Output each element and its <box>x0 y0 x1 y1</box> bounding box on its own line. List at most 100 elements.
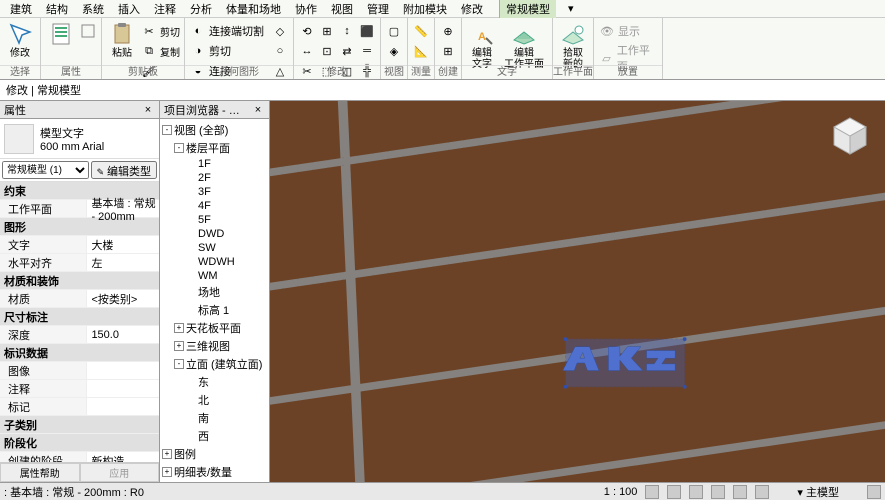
menu-item[interactable]: 附加模块 <box>397 0 453 19</box>
menu-item[interactable]: 建筑 <box>4 0 38 19</box>
tool-icon[interactable]: ▢ <box>385 22 403 40</box>
property-category[interactable]: 标识数据 <box>0 344 159 362</box>
tree-item[interactable]: 4F <box>160 199 269 213</box>
copy-icon[interactable]: ⧉ <box>140 42 158 60</box>
modify-tool-icon[interactable]: ⇄ <box>338 42 356 60</box>
tree-item[interactable]: +三维视图 <box>160 337 269 355</box>
tree-item[interactable]: 北 <box>160 391 269 409</box>
collapse-icon[interactable]: - <box>162 125 172 135</box>
menu-item[interactable]: 注释 <box>148 0 182 19</box>
tree-item[interactable]: SW <box>160 241 269 255</box>
modify-tool-icon[interactable]: ↔ <box>298 42 316 60</box>
3d-viewport[interactable] <box>270 101 885 482</box>
geom-tool-icon[interactable]: ○ <box>271 42 289 60</box>
tool-icon[interactable]: ⊞ <box>439 42 457 60</box>
expand-icon[interactable]: + <box>162 467 172 477</box>
property-category[interactable]: 尺寸标注 <box>0 308 159 326</box>
tree-item[interactable]: -楼层平面 <box>160 139 269 157</box>
property-value[interactable]: <按类别> <box>87 290 159 307</box>
property-row[interactable]: 材质<按类别> <box>0 290 159 308</box>
menu-item[interactable]: 插入 <box>112 0 146 19</box>
paste-button[interactable]: 粘贴 <box>106 20 138 61</box>
tool-icon[interactable]: ◈ <box>385 42 403 60</box>
close-icon[interactable]: × <box>141 103 155 117</box>
property-category[interactable]: 阶段化 <box>0 434 159 452</box>
property-value[interactable]: 150.0 <box>87 326 159 343</box>
tree-item[interactable]: -视图 (全部) <box>160 121 269 139</box>
detail-level-icon[interactable] <box>645 485 659 499</box>
menu-item[interactable]: 修改 <box>455 0 489 19</box>
tool-icon[interactable]: ⊕ <box>439 22 457 40</box>
property-value[interactable]: 左 <box>87 254 159 271</box>
properties-help-button[interactable]: 属性帮助 <box>0 463 80 482</box>
edit-type-button[interactable]: ✎ 编辑类型 <box>91 161 157 179</box>
tree-item[interactable]: 3F <box>160 185 269 199</box>
tree-item[interactable]: 南 <box>160 409 269 427</box>
property-row[interactable]: 图像 <box>0 362 159 380</box>
tree-item[interactable]: 标高 1 <box>160 301 269 319</box>
property-row[interactable]: 注释 <box>0 380 159 398</box>
close-icon[interactable]: × <box>251 103 265 117</box>
tree-item[interactable]: WM <box>160 269 269 283</box>
property-value[interactable]: 新构造 <box>87 452 159 462</box>
tool-icon[interactable]: 📐 <box>412 42 430 60</box>
hide-icon[interactable] <box>755 485 769 499</box>
crop-icon[interactable] <box>733 485 747 499</box>
instance-selector[interactable]: 常规模型 (1) <box>2 161 89 179</box>
tree-item[interactable]: 场地 <box>160 283 269 301</box>
apply-button[interactable]: 应用 <box>80 463 160 482</box>
property-value[interactable]: 基本墙 : 常规 - 200mm <box>87 200 159 217</box>
type-props-icon[interactable] <box>79 22 97 40</box>
property-row[interactable]: 文字大楼 <box>0 236 159 254</box>
expand-icon[interactable]: + <box>162 449 172 459</box>
property-category[interactable]: 子类别 <box>0 416 159 434</box>
expand-icon[interactable]: + <box>174 323 184 333</box>
property-value[interactable] <box>87 380 159 397</box>
modify-tool-icon[interactable]: ═ <box>358 42 376 60</box>
tree-item[interactable]: +图例 <box>160 445 269 463</box>
property-value[interactable] <box>87 398 159 415</box>
properties-button[interactable] <box>45 20 77 48</box>
modify-tool-icon[interactable]: ⟲ <box>298 22 316 40</box>
tree-item[interactable]: +天花板平面 <box>160 319 269 337</box>
property-category[interactable]: 材质和装饰 <box>0 272 159 290</box>
property-row[interactable]: 创建的阶段新构造 <box>0 452 159 462</box>
tree-item[interactable]: 1F <box>160 157 269 171</box>
menu-item[interactable]: 体量和场地 <box>220 0 287 19</box>
property-row[interactable]: 工作平面基本墙 : 常规 - 200mm <box>0 200 159 218</box>
geom-tool-icon[interactable]: ◇ <box>271 22 289 40</box>
expand-icon[interactable]: ▾ <box>562 0 580 17</box>
tree-item[interactable]: +明细表/数量 <box>160 463 269 481</box>
tree-item[interactable]: DWD <box>160 227 269 241</box>
contextual-tab[interactable]: 常规模型 <box>499 0 556 19</box>
property-value[interactable] <box>87 362 159 379</box>
cut-icon[interactable]: ✂ <box>140 22 158 40</box>
menu-item[interactable]: 结构 <box>40 0 74 19</box>
menu-item[interactable]: 分析 <box>184 0 218 19</box>
shadows-icon[interactable] <box>711 485 725 499</box>
modify-tool-icon[interactable]: ⊞ <box>318 22 336 40</box>
tree-item[interactable]: -立面 (建筑立面) <box>160 355 269 373</box>
tree-item[interactable]: 西 <box>160 427 269 445</box>
modify-button[interactable]: 修改 <box>4 20 36 61</box>
expand-icon[interactable]: + <box>174 341 184 351</box>
tree-item[interactable]: 东 <box>160 373 269 391</box>
modify-tool-icon[interactable]: ↕ <box>338 22 356 40</box>
tree-item[interactable]: 5F <box>160 213 269 227</box>
visual-style-icon[interactable] <box>667 485 681 499</box>
menu-item[interactable]: 协作 <box>289 0 323 19</box>
tree-item[interactable]: WDWH <box>160 255 269 269</box>
filter-icon[interactable] <box>867 485 881 499</box>
modify-tool-icon[interactable]: ⊡ <box>318 42 336 60</box>
property-row[interactable]: 标记 <box>0 398 159 416</box>
menu-item[interactable]: 管理 <box>361 0 395 19</box>
menu-item[interactable]: 视图 <box>325 0 359 19</box>
property-value[interactable]: 大楼 <box>87 236 159 253</box>
collapse-icon[interactable]: - <box>174 359 184 369</box>
property-row[interactable]: 水平对齐左 <box>0 254 159 272</box>
collapse-icon[interactable]: - <box>174 143 184 153</box>
cope-icon[interactable]: ◐ <box>189 22 207 40</box>
sun-path-icon[interactable] <box>689 485 703 499</box>
cut-geom-icon[interactable]: ◑ <box>189 42 207 60</box>
modify-tool-icon[interactable]: ⬛ <box>358 22 376 40</box>
